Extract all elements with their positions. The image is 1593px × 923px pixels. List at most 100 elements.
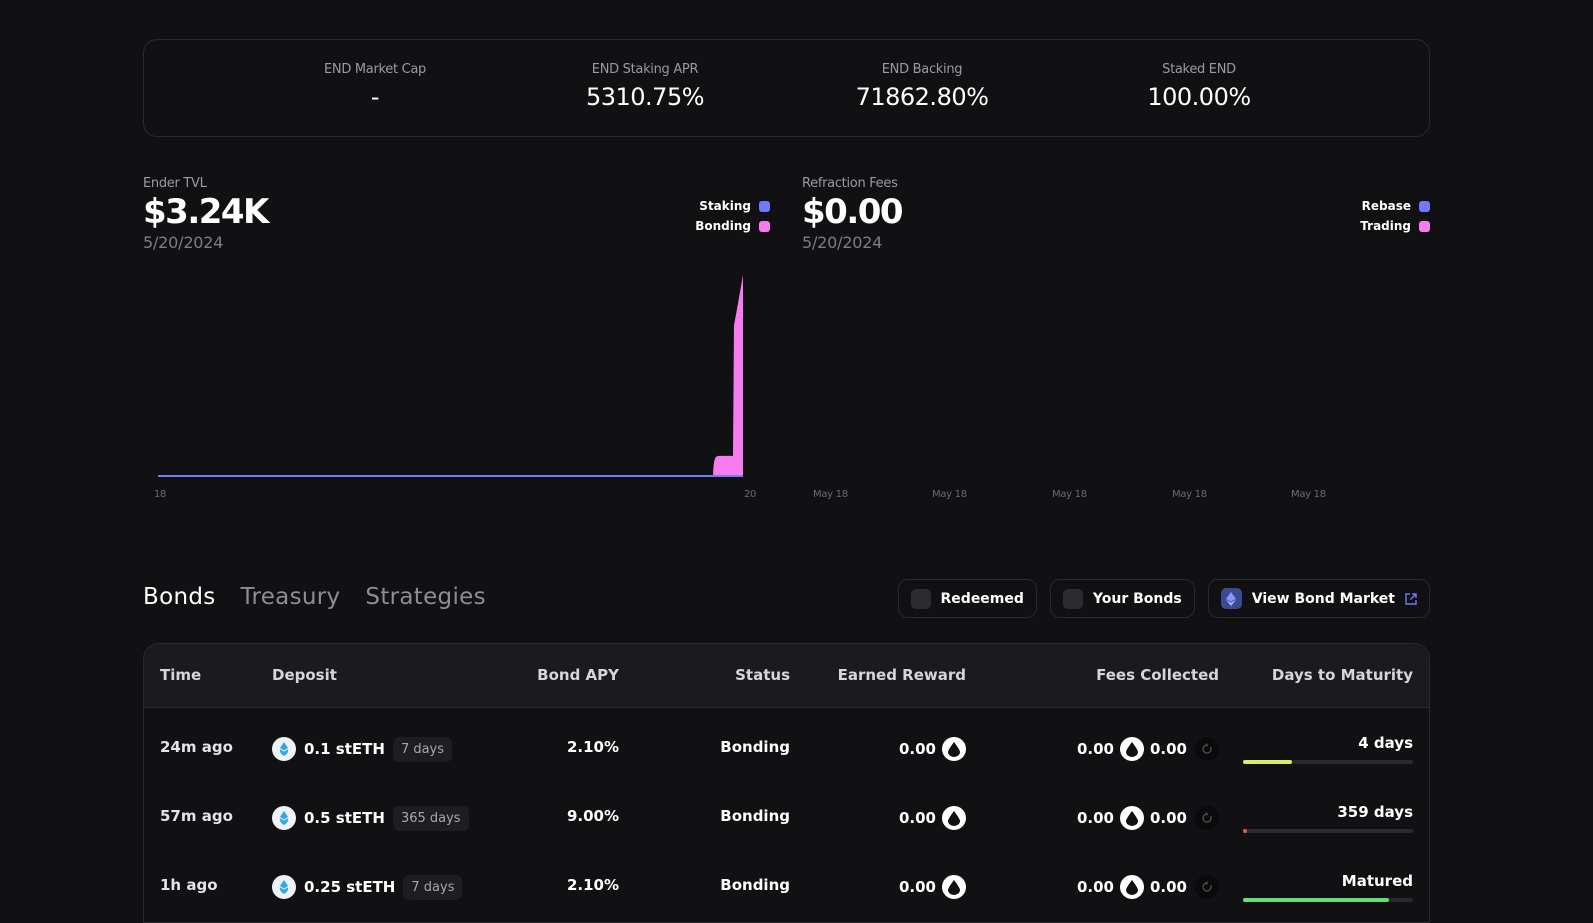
legend-label: Rebase bbox=[1361, 199, 1411, 213]
deposit-amount: 0.1 stETH bbox=[304, 740, 385, 758]
tab-treasury[interactable]: Treasury bbox=[241, 584, 341, 610]
fees-x-tick: May 18 bbox=[932, 489, 967, 500]
row-bond-apy: 2.10% bbox=[566, 738, 619, 756]
header-time[interactable]: Time bbox=[160, 666, 201, 684]
table-row[interactable]: 57m ago 0.5 stETH 365 days 9.00% Bonding… bbox=[144, 783, 1429, 853]
steth-icon bbox=[272, 875, 296, 899]
row-bond-apy: 9.00% bbox=[566, 807, 619, 825]
row-fees-collected: 0.00 0.00 bbox=[1077, 795, 1219, 841]
checkbox-icon[interactable] bbox=[1062, 588, 1083, 609]
deposit-amount: 0.5 stETH bbox=[304, 809, 385, 827]
duration-badge: 7 days bbox=[392, 736, 453, 762]
header-fees-collected[interactable]: Fees Collected bbox=[1096, 666, 1219, 684]
row-bond-apy: 2.10% bbox=[566, 876, 619, 894]
fee-value-1: 0.00 bbox=[1076, 878, 1114, 896]
reward-value: 0.00 bbox=[898, 878, 936, 896]
tvl-legend: Staking Bonding bbox=[660, 196, 770, 236]
tvl-date: 5/20/2024 bbox=[143, 233, 224, 252]
header-days-to-maturity[interactable]: Days to Maturity bbox=[1272, 666, 1413, 684]
fee-value-2: 0.00 bbox=[1149, 878, 1187, 896]
fees-x-tick: May 18 bbox=[1291, 489, 1326, 500]
tab-bonds[interactable]: Bonds bbox=[143, 584, 216, 610]
row-maturity: 4 days bbox=[1243, 734, 1413, 764]
deposit-amount: 0.25 stETH bbox=[304, 878, 396, 896]
fee-value-1: 0.00 bbox=[1076, 809, 1114, 827]
tab-strategies[interactable]: Strategies bbox=[365, 584, 485, 610]
fee-value-2: 0.00 bbox=[1149, 740, 1187, 758]
legend-label: Trading bbox=[1360, 219, 1411, 233]
checkbox-icon[interactable] bbox=[910, 588, 931, 609]
row-earned-reward: 0.00 bbox=[899, 795, 966, 841]
stats-card: END Market Cap - END Staking APR 5310.75… bbox=[143, 39, 1430, 137]
bonds-table: Time Deposit Bond APY Status Earned Rewa… bbox=[143, 643, 1430, 923]
section-tabs: Bonds Treasury Strategies bbox=[143, 584, 486, 610]
row-status: Bonding bbox=[720, 738, 790, 756]
steth-icon bbox=[272, 806, 296, 830]
reward-value: 0.00 bbox=[898, 740, 936, 758]
reward-value: 0.00 bbox=[898, 809, 936, 827]
fees-legend: Rebase Trading bbox=[1320, 196, 1430, 236]
row-deposit: 0.5 stETH 365 days bbox=[272, 795, 469, 841]
stat-staking-apr: END Staking APR 5310.75% bbox=[585, 62, 705, 111]
redeemed-toggle[interactable]: Redeemed bbox=[897, 579, 1037, 618]
maturity-text: Matured bbox=[1341, 872, 1413, 890]
view-bond-market-button[interactable]: View Bond Market bbox=[1207, 579, 1430, 618]
tvl-series-bonding bbox=[713, 275, 743, 476]
stat-value: 5310.75% bbox=[585, 83, 705, 111]
row-earned-reward: 0.00 bbox=[899, 864, 966, 910]
fees-date: 5/20/2024 bbox=[802, 233, 883, 252]
duration-badge: 365 days bbox=[392, 805, 469, 831]
legend-item-rebase: Rebase bbox=[1320, 196, 1430, 216]
stat-market-cap: END Market Cap - bbox=[324, 62, 426, 111]
stat-label: END Staking APR bbox=[591, 62, 699, 77]
refresh-icon[interactable] bbox=[1195, 737, 1219, 761]
duration-badge: 7 days bbox=[403, 874, 463, 900]
header-deposit[interactable]: Deposit bbox=[272, 666, 337, 684]
maturity-text: 359 days bbox=[1337, 803, 1413, 821]
stat-value: 100.00% bbox=[1147, 83, 1251, 111]
row-fees-collected: 0.00 0.00 bbox=[1077, 726, 1219, 772]
fee-value-2: 0.00 bbox=[1149, 809, 1187, 827]
refresh-icon[interactable] bbox=[1195, 875, 1219, 899]
tvl-chart bbox=[158, 275, 743, 477]
stat-label: END Backing bbox=[881, 62, 963, 77]
legend-swatch-rebase bbox=[1419, 200, 1430, 212]
header-status[interactable]: Status bbox=[735, 666, 790, 684]
view-bond-market-label: View Bond Market bbox=[1251, 590, 1395, 607]
stat-staked-end: Staked END 100.00% bbox=[1147, 62, 1251, 111]
tvl-x-tick: 18 bbox=[154, 489, 167, 500]
fees-value: $0.00 bbox=[802, 192, 904, 232]
tvl-value: $3.24K bbox=[143, 192, 269, 232]
legend-swatch-bonding bbox=[759, 220, 770, 232]
refresh-icon[interactable] bbox=[1195, 806, 1219, 830]
row-deposit: 0.25 stETH 7 days bbox=[272, 864, 463, 910]
your-bonds-toggle[interactable]: Your Bonds bbox=[1049, 579, 1195, 618]
stat-value: - bbox=[370, 83, 380, 111]
fees-title: Refraction Fees bbox=[802, 176, 898, 191]
row-status: Bonding bbox=[720, 876, 790, 894]
tvl-title: Ender TVL bbox=[143, 176, 207, 191]
legend-swatch-trading bbox=[1419, 220, 1430, 232]
legend-swatch-staking bbox=[759, 200, 770, 212]
your-bonds-label: Your Bonds bbox=[1092, 590, 1182, 607]
stat-label: Staked END bbox=[1162, 62, 1236, 77]
legend-label: Bonding bbox=[695, 219, 751, 233]
fees-x-tick: May 18 bbox=[1172, 489, 1207, 500]
table-row[interactable]: 1h ago 0.25 stETH 7 days 2.10% Bonding 0… bbox=[144, 852, 1429, 922]
table-row[interactable]: 24m ago 0.1 stETH 7 days 2.10% Bonding 0… bbox=[144, 714, 1429, 784]
legend-item-bonding: Bonding bbox=[660, 216, 770, 236]
bond-filters: Redeemed Your Bonds View Bond Market bbox=[897, 579, 1430, 618]
header-earned-reward[interactable]: Earned Reward bbox=[838, 666, 966, 684]
end-drop-icon bbox=[942, 737, 966, 761]
legend-item-trading: Trading bbox=[1320, 216, 1430, 236]
row-maturity: 359 days bbox=[1243, 803, 1413, 833]
ethereum-icon bbox=[1220, 588, 1242, 609]
fees-header: Refraction Fees $0.00 5/20/2024 bbox=[802, 176, 904, 252]
redeemed-label: Redeemed bbox=[940, 590, 1024, 607]
end-drop-icon bbox=[1119, 806, 1144, 830]
external-link-icon bbox=[1405, 592, 1417, 605]
fees-x-tick: May 18 bbox=[813, 489, 848, 500]
header-bond-apy[interactable]: Bond APY bbox=[537, 666, 619, 684]
maturity-progress-bar bbox=[1243, 829, 1413, 833]
stat-backing: END Backing 71862.80% bbox=[856, 62, 989, 111]
